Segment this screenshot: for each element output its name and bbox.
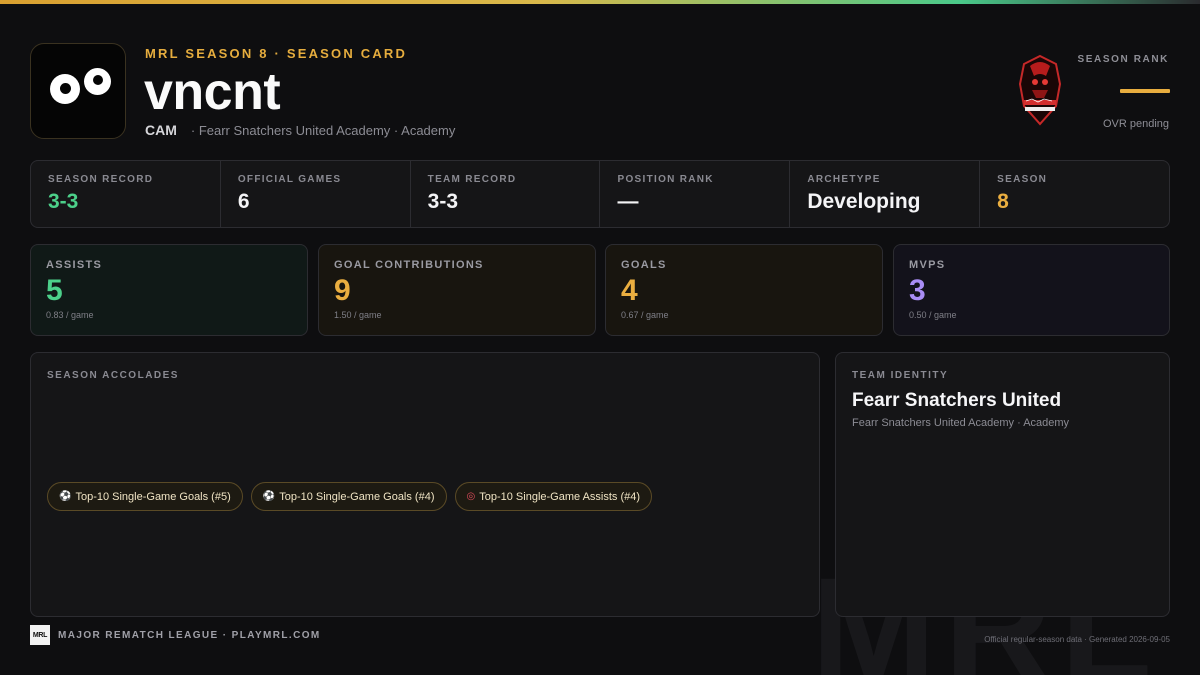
- season-rank-value-dash: [1120, 89, 1170, 93]
- target-icon: ◎: [466, 491, 476, 502]
- footer-brand: MAJOR REMATCH LEAGUE · PLAYMRL.COM: [58, 630, 321, 641]
- season-accolades-panel: SEASON ACCOLADES ⚽ Top-10 Single-Game Go…: [30, 352, 820, 617]
- team-identity-name: Fearr Snatchers United: [852, 390, 1062, 411]
- player-name: vncnt: [144, 63, 281, 121]
- accolade-text: Top-10 Single-Game Assists (#4): [479, 490, 641, 503]
- stat-label: POSITION RANK: [617, 174, 714, 185]
- accolades-label: SEASON ACCOLADES: [47, 370, 179, 381]
- team-identity-panel: TEAM IDENTITY Fearr Snatchers United Fea…: [835, 352, 1170, 617]
- team-logo-icon: [1018, 54, 1062, 126]
- player-position: CAM: [145, 122, 177, 138]
- metric-label: GOAL CONTRIBUTIONS: [334, 259, 484, 271]
- accolade-list: ⚽ Top-10 Single-Game Goals (#5) ⚽ Top-10…: [47, 482, 653, 511]
- team-identity-label: TEAM IDENTITY: [852, 370, 949, 381]
- stats-strip: SEASON RECORD 3-3 OFFICIAL GAMES 6 TEAM …: [30, 160, 1170, 228]
- metric-per-game: 0.83 / game: [46, 310, 94, 320]
- stat-position-rank: POSITION RANK —: [600, 161, 791, 227]
- metric-value: 4: [621, 274, 638, 307]
- card-kicker: MRL SEASON 8 · SEASON CARD: [145, 46, 408, 61]
- season-rank-label: SEASON RANK: [1077, 54, 1169, 65]
- stat-label: SEASON RECORD: [48, 174, 154, 185]
- season-rank-note: OVR pending: [1102, 118, 1169, 130]
- player-avatar: [30, 43, 126, 139]
- avatar-right-eye: [84, 68, 111, 95]
- stat-season-record: SEASON RECORD 3-3: [31, 161, 221, 227]
- stat-label: ARCHETYPE: [807, 174, 881, 185]
- metric-label: MVPS: [909, 259, 946, 271]
- metric-card-assists: ASSISTS 5 0.83 / game: [30, 244, 308, 336]
- player-subline: CAM · Fearr Snatchers United Academy · Ac…: [145, 122, 455, 138]
- player-team-line: · Fearr Snatchers United Academy · Acade…: [190, 123, 456, 138]
- accolade-badge: ◎ Top-10 Single-Game Assists (#4): [454, 482, 653, 511]
- avatar-left-eye: [50, 74, 80, 104]
- accolade-badge: ⚽ Top-10 Single-Game Goals (#5): [47, 482, 243, 511]
- stat-team-record: TEAM RECORD 3-3: [411, 161, 601, 227]
- top-accent-bar: [0, 0, 1200, 4]
- stat-value: 6: [237, 190, 250, 213]
- metric-value: 9: [334, 274, 351, 307]
- accolade-text: Top-10 Single-Game Goals (#5): [75, 490, 231, 503]
- stat-value: 3-3: [48, 190, 79, 213]
- metric-per-game: 0.50 / game: [909, 310, 957, 320]
- stat-official-games: OFFICIAL GAMES 6: [221, 161, 411, 227]
- team-identity-sub: Fearr Snatchers United Academy · Academy: [852, 417, 1070, 429]
- metric-value: 5: [46, 274, 63, 307]
- metric-card-goals: GOALS 4 0.67 / game: [605, 244, 883, 336]
- accolade-badge: ⚽ Top-10 Single-Game Goals (#4): [250, 482, 447, 511]
- stat-label: TEAM RECORD: [427, 174, 517, 185]
- stat-label: OFFICIAL GAMES: [237, 174, 342, 185]
- metric-card-goal-contributions: GOAL CONTRIBUTIONS 9 1.50 / game: [318, 244, 596, 336]
- metric-per-game: 1.50 / game: [334, 310, 382, 320]
- soccer-ball-icon: ⚽: [59, 491, 72, 502]
- accolade-text: Top-10 Single-Game Goals (#4): [279, 490, 435, 503]
- stat-value: Developing: [807, 190, 921, 213]
- metric-card-mvps: MVPS 3 0.50 / game: [893, 244, 1170, 336]
- metric-label: GOALS: [621, 259, 667, 271]
- metric-label: ASSISTS: [46, 259, 103, 271]
- stat-value: 3-3: [427, 190, 459, 213]
- stat-value: 8: [997, 190, 1009, 213]
- metric-value: 3: [909, 274, 926, 307]
- footer-generated-note: Official regular-season data · Generated…: [984, 635, 1170, 644]
- mrl-logo: MRL: [30, 625, 50, 645]
- stat-label: SEASON: [997, 174, 1048, 185]
- stat-value: —: [617, 190, 639, 213]
- soccer-ball-icon: ⚽: [262, 491, 276, 502]
- stat-season: SEASON 8: [980, 161, 1169, 227]
- stat-archetype: ARCHETYPE Developing: [790, 161, 981, 227]
- metric-per-game: 0.67 / game: [621, 310, 669, 320]
